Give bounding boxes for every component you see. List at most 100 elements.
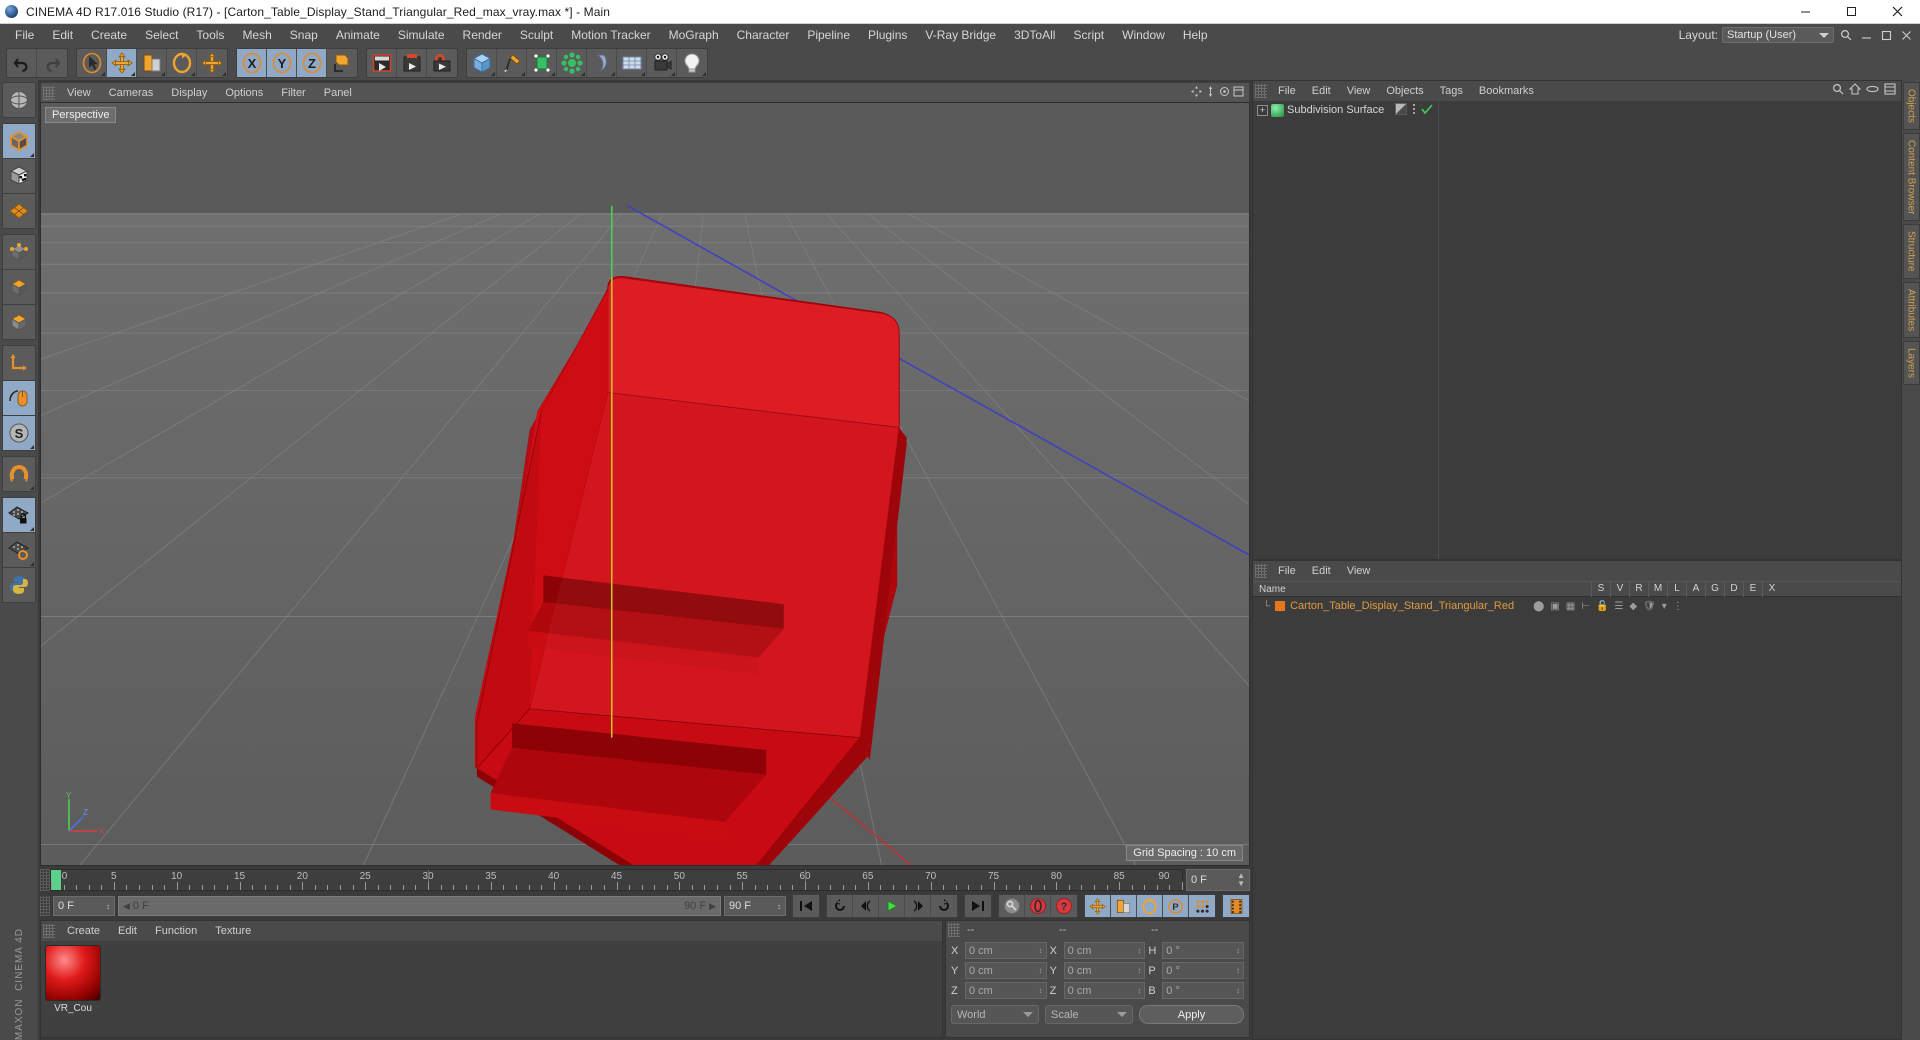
size-x-input[interactable]: 0 cm ↕ <box>1063 942 1146 959</box>
expand-icon[interactable]: + <box>1257 104 1268 116</box>
timeline-button[interactable] <box>1223 895 1249 917</box>
maximize-view-icon[interactable] <box>1233 86 1244 100</box>
visibility-dot-icon[interactable]: ⬤ <box>1533 601 1544 612</box>
rail-tab-content-browser[interactable]: Content Browser <box>1902 132 1920 222</box>
add-scene-button[interactable] <box>617 49 647 77</box>
list-menu-file[interactable]: File <box>1270 561 1304 581</box>
spinner-icon[interactable]: ↕ <box>1236 966 1240 975</box>
record-active-objects-button[interactable] <box>999 895 1025 917</box>
deform-flag-icon[interactable]: ◆ <box>1629 601 1637 612</box>
render-to-picture-viewer-button[interactable] <box>397 49 427 77</box>
panel-grip-icon[interactable] <box>1255 564 1267 578</box>
menu-plugins[interactable]: Plugins <box>859 24 916 46</box>
render-view-button[interactable] <box>367 49 397 77</box>
play-button[interactable] <box>879 895 905 917</box>
viewport-menu-filter[interactable]: Filter <box>272 83 314 103</box>
spinner-icon[interactable]: ↕ <box>1137 986 1141 995</box>
maximize-button[interactable] <box>1828 0 1874 24</box>
hierarchy-flag-icon[interactable]: ⊢ <box>1581 601 1590 612</box>
s-circle-icon[interactable]: S <box>2 415 36 451</box>
pos-y-input[interactable]: 0 cm ↕ <box>964 962 1047 979</box>
go-to-end-button[interactable] <box>965 895 991 917</box>
menu-animate[interactable]: Animate <box>327 24 389 46</box>
pos-z-input[interactable]: 0 cm ↕ <box>964 982 1047 999</box>
grid-lock-icon[interactable] <box>2 497 36 533</box>
restore-panel-icon[interactable] <box>1878 27 1894 43</box>
spinner-icon[interactable]: ↕ <box>106 902 110 911</box>
add-light-button[interactable] <box>677 49 707 77</box>
search-icon[interactable] <box>1838 27 1854 43</box>
step-forward-button[interactable] <box>905 895 931 917</box>
menu-file[interactable]: File <box>6 24 43 46</box>
magnet-icon[interactable] <box>2 456 36 492</box>
viewport-menu-panel[interactable]: Panel <box>315 83 361 103</box>
move-tool[interactable] <box>107 49 137 77</box>
axis-modify-tool[interactable] <box>2 345 36 381</box>
lock-x-axis[interactable]: X <box>237 49 267 77</box>
model-mode[interactable] <box>2 123 36 159</box>
menu-window[interactable]: Window <box>1113 24 1174 46</box>
rail-tab-structure[interactable]: Structure <box>1902 224 1920 279</box>
object-flags[interactable]: ⬤ ▣ ▦ ⊢ 🔓 ☰ ◆ 🛡 ▾ ⋮ <box>1533 601 1683 612</box>
object-menu-edit[interactable]: Edit <box>1304 81 1339 101</box>
range-right-arrow-icon[interactable]: ▶ <box>709 901 716 912</box>
menu-pipeline[interactable]: Pipeline <box>798 24 859 46</box>
keyframe-selection-button[interactable]: ? <box>1051 895 1077 917</box>
coordinate-system-dropdown[interactable]: World <box>951 1005 1039 1024</box>
menu-render[interactable]: Render <box>454 24 511 46</box>
display-tag[interactable] <box>1395 102 1408 118</box>
minimize-button[interactable] <box>1782 0 1828 24</box>
parameter-key-toggle[interactable]: P <box>1163 895 1189 917</box>
workplane-mode[interactable] <box>2 193 36 229</box>
zoom-view-icon[interactable] <box>1205 85 1216 100</box>
panel-grip-icon[interactable] <box>43 85 55 100</box>
rotate-tool[interactable] <box>167 49 197 77</box>
panel-grip-icon[interactable] <box>40 896 50 916</box>
close-panel-icon[interactable] <box>1898 27 1914 43</box>
range-left-arrow-icon[interactable]: ◀ <box>123 901 130 912</box>
go-to-start-button[interactable] <box>793 895 819 917</box>
check-tag[interactable] <box>1421 103 1433 118</box>
home-icon[interactable] <box>1848 82 1862 100</box>
panel-grip-icon[interactable] <box>43 924 55 938</box>
menu-edit[interactable]: Edit <box>43 24 82 46</box>
menu-motion-tracker[interactable]: Motion Tracker <box>562 24 659 46</box>
autokeying-button[interactable] <box>1025 895 1051 917</box>
pos-x-input[interactable]: 0 cm ↕ <box>964 942 1047 959</box>
spinner-icon[interactable]: ↕ <box>1039 966 1043 975</box>
viewport-menu-display[interactable]: Display <box>162 83 216 103</box>
viewport-menu-options[interactable]: Options <box>216 83 272 103</box>
add-camera-button[interactable] <box>647 49 677 77</box>
scale-tool[interactable] <box>137 49 167 77</box>
rail-tab-objects[interactable]: Objects <box>1902 82 1920 130</box>
list-menu-edit[interactable]: Edit <box>1304 561 1339 581</box>
object-menu-view[interactable]: View <box>1339 81 1379 101</box>
end-frame-field[interactable]: 90 F ↕ <box>724 896 786 916</box>
rotate-view-icon[interactable] <box>1219 86 1230 100</box>
transform-mode-dropdown[interactable]: Scale <box>1045 1005 1133 1024</box>
undo-button[interactable] <box>7 49 37 77</box>
menu-sculpt[interactable]: Sculpt <box>511 24 562 46</box>
layers-flag-icon[interactable]: ☰ <box>1614 601 1623 612</box>
grid-rotate-icon[interactable] <box>2 532 36 568</box>
menu-help[interactable]: Help <box>1174 24 1217 46</box>
add-spline-button[interactable] <box>497 49 527 77</box>
free-move-tool[interactable] <box>197 49 227 77</box>
pan-view-icon[interactable] <box>1191 85 1202 100</box>
polygons-mode[interactable] <box>2 304 36 340</box>
spinner-icon[interactable]: ▲ ▼ <box>1237 872 1245 888</box>
menu-script[interactable]: Script <box>1064 24 1113 46</box>
viewport-menu-cameras[interactable]: Cameras <box>100 83 163 103</box>
points-mode[interactable] <box>2 234 36 270</box>
lock-y-axis[interactable]: Y <box>267 49 297 77</box>
size-z-input[interactable]: 0 cm ↕ <box>1063 982 1146 999</box>
add-generator-button[interactable] <box>527 49 557 77</box>
layout-icon[interactable] <box>1884 82 1896 100</box>
add-array-button[interactable] <box>557 49 587 77</box>
object-menu-objects[interactable]: Objects <box>1378 81 1431 101</box>
object-menu-tags[interactable]: Tags <box>1432 81 1471 101</box>
search-icon[interactable] <box>1832 82 1844 100</box>
menu-create[interactable]: Create <box>82 24 136 46</box>
spinner-icon[interactable]: ↕ <box>1137 946 1141 955</box>
dots-tag[interactable] <box>1411 103 1417 118</box>
